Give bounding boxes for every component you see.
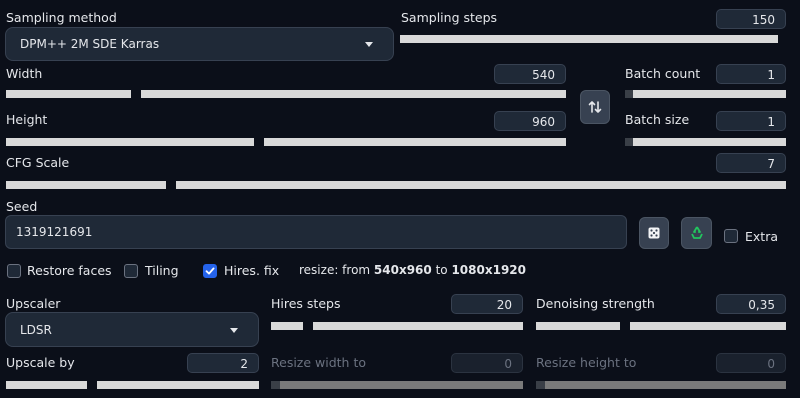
- denoising-strength-slider[interactable]: [536, 322, 786, 330]
- recycle-icon: [690, 226, 703, 239]
- sampling-steps-input[interactable]: 150: [716, 9, 786, 29]
- swap-dimensions-button[interactable]: [580, 90, 610, 124]
- batch-count-thumb[interactable]: [625, 90, 633, 98]
- resize-height-label: Resize height to: [536, 355, 637, 370]
- sampling-steps-thumb[interactable]: [778, 35, 788, 43]
- sampling-steps-slider[interactable]: [400, 35, 786, 43]
- resize-height-input[interactable]: 0: [716, 353, 786, 373]
- upscale-by-thumb[interactable]: [87, 381, 97, 389]
- batch-size-label: Batch size: [625, 112, 690, 127]
- upscale-by-label: Upscale by: [6, 355, 75, 370]
- width-slider[interactable]: [6, 90, 566, 98]
- resize-mid: to: [431, 263, 452, 277]
- restore-faces-checkbox[interactable]: [7, 264, 21, 278]
- chevron-down-icon: [230, 327, 238, 333]
- tiling-label: Tiling: [145, 263, 179, 278]
- height-slider[interactable]: [6, 138, 566, 146]
- height-input[interactable]: 960: [494, 111, 566, 131]
- width-input[interactable]: 540: [494, 64, 566, 84]
- sampling-method-label: Sampling method: [6, 10, 117, 25]
- width-thumb[interactable]: [131, 90, 141, 98]
- denoising-strength-label: Denoising strength: [536, 296, 655, 311]
- batch-count-input[interactable]: 1: [716, 64, 786, 84]
- hires-steps-label: Hires steps: [271, 296, 341, 311]
- tiling-checkbox[interactable]: [124, 264, 138, 278]
- resize-width-slider[interactable]: [271, 381, 523, 389]
- seed-label: Seed: [6, 199, 38, 214]
- upscale-by-input[interactable]: 2: [187, 353, 259, 373]
- height-thumb[interactable]: [254, 138, 264, 146]
- denoising-strength-input[interactable]: 0,35: [716, 294, 786, 314]
- resize-height-slider[interactable]: [536, 381, 786, 389]
- extra-checkbox[interactable]: [724, 229, 738, 243]
- upscale-by-slider[interactable]: [6, 381, 259, 389]
- batch-count-label: Batch count: [625, 66, 701, 81]
- resize-height-thumb[interactable]: [536, 381, 545, 389]
- extra-label: Extra: [745, 229, 778, 244]
- swap-dimensions-icon: [588, 101, 602, 113]
- hires-fix-checkbox[interactable]: [203, 264, 217, 278]
- reuse-seed-button[interactable]: [681, 217, 712, 249]
- resize-width-thumb[interactable]: [271, 381, 280, 389]
- width-label: Width: [6, 66, 43, 81]
- denoising-strength-thumb[interactable]: [620, 322, 630, 330]
- seed-input[interactable]: 1319121691: [5, 215, 627, 249]
- resize-from: 540x960: [373, 263, 432, 277]
- restore-faces-label: Restore faces: [27, 263, 112, 278]
- sampling-method-value: DPM++ 2M SDE Karras: [20, 37, 160, 51]
- resize-prefix: resize: from: [299, 263, 374, 277]
- upscaler-label: Upscaler: [6, 296, 61, 311]
- batch-count-slider[interactable]: [625, 90, 786, 98]
- resize-width-input[interactable]: 0: [451, 353, 523, 373]
- height-label: Height: [6, 112, 48, 127]
- sampling-steps-label: Sampling steps: [401, 10, 498, 25]
- hires-fix-label: Hires. fix: [224, 263, 280, 278]
- cfg-scale-label: CFG Scale: [6, 155, 70, 170]
- hires-steps-thumb[interactable]: [303, 322, 313, 330]
- sampling-method-select[interactable]: DPM++ 2M SDE Karras: [5, 27, 394, 61]
- cfg-scale-thumb[interactable]: [166, 181, 176, 189]
- hires-steps-input[interactable]: 20: [451, 294, 523, 314]
- resize-info: resize: from 540x960 to 1080x1920: [299, 263, 526, 277]
- cfg-scale-input[interactable]: 7: [716, 153, 786, 173]
- seed-value: 1319121691: [16, 225, 93, 239]
- resize-width-label: Resize width to: [271, 355, 367, 370]
- dice-icon: [648, 227, 660, 239]
- checkmark-icon: [205, 267, 215, 275]
- upscaler-value: LDSR: [20, 322, 52, 337]
- random-seed-button[interactable]: [639, 217, 669, 249]
- batch-size-thumb[interactable]: [625, 138, 633, 146]
- resize-to: 1080x1920: [451, 263, 526, 277]
- batch-size-slider[interactable]: [625, 138, 786, 146]
- upscaler-select[interactable]: LDSR: [5, 312, 259, 347]
- cfg-scale-slider[interactable]: [6, 181, 786, 189]
- chevron-down-icon: [365, 42, 373, 47]
- batch-size-input[interactable]: 1: [716, 111, 786, 131]
